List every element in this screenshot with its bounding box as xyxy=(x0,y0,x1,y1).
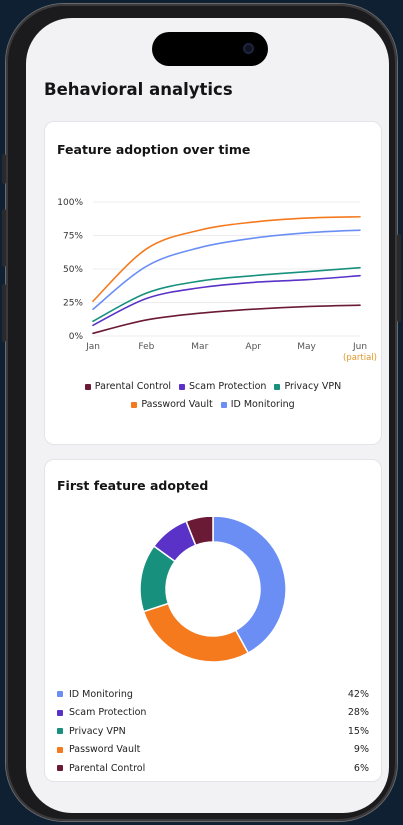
list-label: Password Vault xyxy=(69,744,141,756)
list-label: Scam Protection xyxy=(69,707,147,719)
legend-item-privacy-vpn: Privacy VPN xyxy=(274,381,341,392)
action-button xyxy=(2,154,6,184)
legend-item-scam-protection: Scam Protection xyxy=(179,381,266,392)
list-item-parental-control: Parental Control 6% xyxy=(57,759,369,778)
donut-slice-scam-protection xyxy=(142,602,250,663)
legend-label: Privacy VPN xyxy=(284,381,342,392)
power-button xyxy=(397,234,401,322)
legend-item-parental-control: Parental Control xyxy=(84,381,172,392)
list-item-privacy-vpn: Privacy VPN 15% xyxy=(57,722,369,741)
list-percent: 28% xyxy=(347,707,369,719)
legend-swatch xyxy=(84,383,91,390)
legend-item-password-vault: Password Vault xyxy=(131,399,213,410)
y-tick-label: 75% xyxy=(63,232,83,242)
legend-swatch xyxy=(179,383,186,390)
legend-label: Parental Control xyxy=(94,381,172,392)
first-feature-card-title: First feature adopted xyxy=(57,478,209,493)
x-tick-label: Mar xyxy=(191,342,208,352)
first-feature-donut-chart xyxy=(139,517,287,663)
series-line-password-vault xyxy=(92,215,361,302)
legend-label: ID Monitoring xyxy=(230,399,295,410)
page-title: Behavioral analytics xyxy=(44,80,233,99)
adoption-card: Feature adoption over time 0% 25% 50% 75% 10… xyxy=(44,121,382,445)
list-item-scam-protection: Scam Protection 28% xyxy=(57,704,369,723)
list-swatch xyxy=(57,691,63,698)
list-label: Privacy VPN xyxy=(69,725,126,737)
list-item-password-vault: Password Vault 9% xyxy=(57,741,369,760)
x-partial-annotation: (partial) xyxy=(343,353,377,363)
series-line-id-monitoring xyxy=(92,229,361,310)
x-tick-label: Feb xyxy=(138,342,154,352)
list-percent: 15% xyxy=(347,725,369,737)
list-swatch xyxy=(57,709,63,716)
y-tick-label: 100% xyxy=(57,198,83,208)
list-label: ID Monitoring xyxy=(69,688,133,700)
list-label: Parental Control xyxy=(69,762,146,774)
x-tick-label: Jun xyxy=(352,342,367,352)
first-feature-card: First feature adopted ID Monitoring 42% Sc… xyxy=(44,459,382,782)
donut-slice-id-monitoring xyxy=(212,517,287,654)
first-feature-list: ID Monitoring 42% Scam Protection 28% Privac… xyxy=(57,685,369,778)
adoption-legend-row-1: Parental Control Scam Protection Privacy V… xyxy=(45,381,381,392)
list-swatch xyxy=(57,746,63,753)
phone-frame: Behavioral analytics Feature adoption ov… xyxy=(2,4,401,821)
volume-down-button xyxy=(2,284,6,342)
list-swatch xyxy=(57,765,63,772)
x-tick-label: May xyxy=(297,342,316,352)
series-line-parental-control xyxy=(92,304,361,335)
camera-icon xyxy=(243,43,254,54)
y-tick-label: 50% xyxy=(63,265,83,275)
legend-label: Password Vault xyxy=(141,399,213,410)
legend-swatch xyxy=(220,401,227,408)
legend-item-id-monitoring: ID Monitoring xyxy=(220,399,295,410)
list-percent: 42% xyxy=(347,688,369,700)
list-swatch xyxy=(57,728,63,735)
dynamic-island xyxy=(152,32,268,66)
legend-swatch xyxy=(131,401,138,408)
screen: Behavioral analytics Feature adoption ov… xyxy=(26,18,389,813)
legend-swatch xyxy=(274,383,281,390)
y-tick-label: 25% xyxy=(63,299,83,309)
legend-label: Scam Protection xyxy=(189,381,267,392)
adoption-legend-row-2: Password Vault ID Monitoring xyxy=(45,399,381,410)
series-line-scam-protection xyxy=(92,274,361,327)
list-item-id-monitoring: ID Monitoring 42% xyxy=(57,685,369,704)
volume-up-button xyxy=(2,209,6,267)
list-percent: 9% xyxy=(353,744,369,756)
adoption-line-chart: 0% 25% 50% 75% 100% Jan Feb Mar Apr May Jun(partia… xyxy=(57,198,377,363)
x-tick-label: Apr xyxy=(245,342,261,352)
x-tick-label: Jan xyxy=(85,342,100,352)
y-tick-label: 0% xyxy=(69,332,84,342)
list-percent: 6% xyxy=(353,762,369,774)
adoption-card-title: Feature adoption over time xyxy=(57,142,251,157)
